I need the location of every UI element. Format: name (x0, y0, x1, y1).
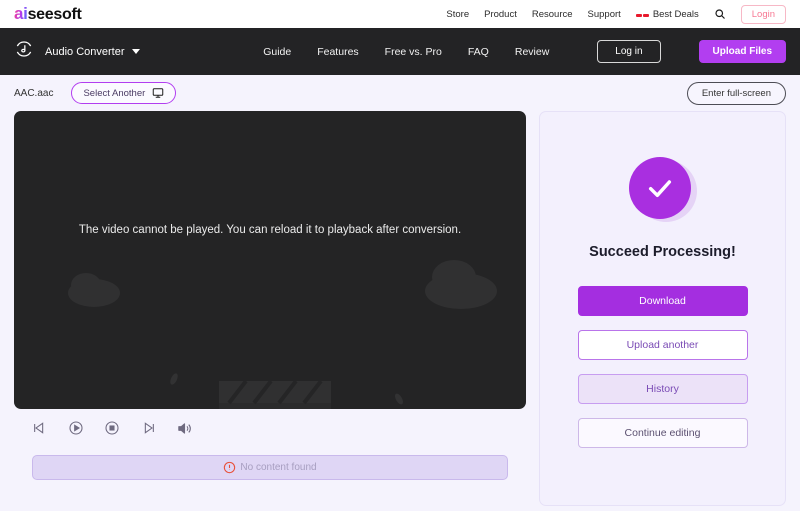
player-panel: The video cannot be played. You can relo… (14, 111, 526, 506)
status-title: Succeed Processing! (589, 244, 736, 260)
download-button[interactable]: Download (577, 286, 748, 316)
timeline-empty-label: No content found (240, 462, 317, 473)
select-another-label: Select Another (83, 87, 146, 99)
app-nav-links: Guide Features Free vs. Pro FAQ Review L… (263, 40, 786, 63)
top-nav-resource[interactable]: Resource (532, 9, 573, 20)
audio-note-circle-icon (14, 39, 34, 64)
play-icon[interactable] (68, 420, 84, 436)
login-button-top[interactable]: Login (740, 4, 786, 24)
warning-circle-icon (223, 461, 236, 474)
logo-suffix: seesoft (27, 6, 82, 23)
app-nav-bar: Audio Converter Guide Features Free vs. … (0, 28, 800, 75)
top-nav-store[interactable]: Store (446, 9, 469, 20)
nav-review[interactable]: Review (515, 46, 549, 58)
nav-faq[interactable]: FAQ (468, 46, 489, 58)
best-deals-label: Best Deals (652, 8, 699, 20)
upload-files-button[interactable]: Upload Files (698, 40, 786, 63)
log-in-button[interactable]: Log in (597, 40, 661, 63)
app-title-label: Audio Converter (45, 45, 125, 58)
check-badge (628, 157, 691, 219)
top-nav: Store Product Resource Support Best Deal… (446, 4, 786, 24)
video-placeholder-art (68, 260, 497, 409)
sale-tag-icon (635, 11, 649, 18)
video-preview[interactable]: The video cannot be played. You can relo… (14, 111, 526, 409)
enter-fullscreen-button[interactable]: Enter full-screen (686, 81, 786, 105)
volume-icon[interactable] (176, 420, 193, 437)
monitor-icon (152, 87, 164, 99)
select-another-button[interactable]: Select Another (71, 82, 177, 104)
file-bar: AAC.aac Select Another Enter full-screen (0, 75, 800, 111)
brand-logo[interactable]: ai seesoft (14, 4, 82, 24)
top-nav-best-deals[interactable]: Best Deals (635, 8, 699, 20)
top-nav-product[interactable]: Product (484, 9, 517, 20)
logo-prefix: ai (14, 4, 28, 23)
result-panel: Succeed Processing! Download Upload anot… (539, 111, 786, 506)
history-button[interactable]: History (577, 374, 748, 404)
top-nav-support[interactable]: Support (588, 9, 621, 20)
nav-guide[interactable]: Guide (263, 46, 291, 58)
video-error-message: The video cannot be played. You can relo… (78, 224, 462, 236)
player-controls (14, 409, 526, 447)
continue-editing-button[interactable]: Continue editing (577, 418, 748, 448)
search-icon[interactable] (714, 8, 726, 20)
top-bar: ai seesoft Store Product Resource Support… (0, 0, 800, 28)
rewind-icon[interactable] (32, 420, 48, 436)
result-actions: Download Upload another History Continue… (577, 286, 748, 448)
main-content: The video cannot be played. You can relo… (0, 111, 800, 506)
nav-free-vs-pro[interactable]: Free vs. Pro (385, 46, 442, 58)
nav-features[interactable]: Features (317, 46, 358, 58)
file-name-label: AAC.aac (14, 87, 54, 99)
timeline-bar[interactable]: No content found (32, 455, 508, 480)
stop-icon[interactable] (104, 420, 120, 436)
chevron-down-icon (131, 49, 140, 54)
fast-forward-icon[interactable] (140, 420, 156, 436)
check-circle-icon (628, 157, 697, 225)
upload-another-button[interactable]: Upload another (577, 330, 748, 360)
app-title-dropdown[interactable]: Audio Converter (45, 46, 140, 58)
